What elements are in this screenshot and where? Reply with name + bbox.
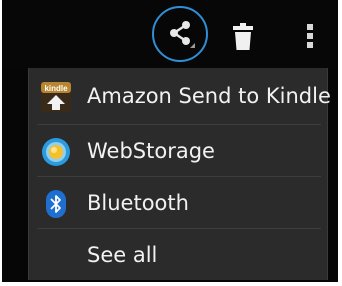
share-menu: kindle Amazon Send to Kindle WebStorage …	[28, 68, 331, 281]
svg-text:kindle: kindle	[44, 84, 68, 93]
kindle-app-icon: kindle	[41, 82, 71, 112]
menu-item-bluetooth[interactable]: Bluetooth	[29, 177, 327, 229]
action-bar	[2, 0, 338, 68]
menu-item-label: WebStorage	[87, 139, 215, 163]
overflow-menu-button[interactable]	[298, 18, 322, 54]
menu-item-kindle[interactable]: kindle Amazon Send to Kindle	[29, 70, 331, 122]
menu-item-webstorage[interactable]: WebStorage	[29, 125, 327, 177]
share-icon	[170, 21, 195, 48]
delete-button[interactable]	[228, 20, 258, 54]
menu-item-label: See all	[87, 243, 158, 267]
bluetooth-icon	[46, 190, 66, 218]
menu-item-label: Amazon Send to Kindle	[87, 84, 331, 108]
share-button[interactable]	[152, 4, 210, 62]
overflow-menu-icon	[307, 24, 313, 48]
device-screen: kindle Amazon Send to Kindle WebStorage …	[2, 0, 338, 282]
webstorage-app-icon	[42, 138, 70, 166]
menu-item-label: Bluetooth	[87, 191, 189, 215]
menu-item-see-all[interactable]: See all	[29, 229, 327, 281]
trash-icon	[233, 23, 253, 50]
